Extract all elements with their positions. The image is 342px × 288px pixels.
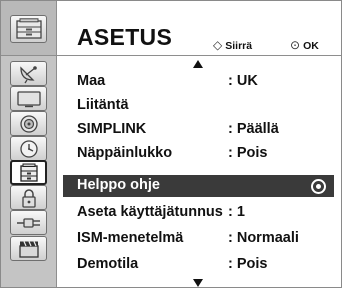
lock-icon[interactable]	[10, 185, 47, 210]
ok-hint: ⊙ OK	[290, 38, 319, 52]
move-hint-label: Siirrä	[225, 40, 253, 52]
ok-hint-label: OK	[303, 40, 319, 52]
menu-title: ASETUS	[77, 24, 173, 50]
clapperboard-icon[interactable]	[10, 236, 47, 261]
clock-icon[interactable]	[10, 136, 47, 161]
setting-label: ISM-menetelmä	[77, 230, 184, 246]
plug-icon[interactable]	[10, 210, 47, 235]
settings-cabinet-icon	[10, 15, 47, 43]
move-hint: ◇ Siirrä	[213, 38, 252, 52]
setting-row-demo-mode[interactable]: Demotila : Pois	[57, 253, 341, 277]
setting-value: : Pois	[228, 145, 268, 161]
setup-menu: ASETUS ◇ Siirrä ⊙ OK Maa : UK Liitäntä SIM…	[0, 0, 342, 288]
setting-label: Liitäntä	[77, 97, 129, 113]
setting-row-set-id[interactable]: Aseta käyttäjätunnus : 1	[57, 201, 341, 225]
menu-header-icon-box	[1, 1, 56, 56]
setting-row-ism-method[interactable]: ISM-menetelmä : Normaali	[57, 227, 341, 251]
tv-screen-icon[interactable]	[10, 86, 47, 111]
satellite-dish-icon[interactable]	[10, 61, 47, 86]
setting-value: : Pois	[228, 256, 268, 272]
setting-label: Maa	[77, 73, 106, 89]
setting-label: Demotila	[77, 256, 139, 272]
setting-row-connection[interactable]: Liitäntä	[57, 94, 341, 118]
setting-label: Näppäinlukko	[77, 145, 173, 161]
setting-label: Aseta käyttäjätunnus	[77, 204, 223, 220]
scroll-up-arrow-icon[interactable]	[193, 60, 203, 68]
setting-value: : UK	[228, 73, 258, 89]
ok-button-icon: ⊙	[290, 38, 301, 52]
setting-row-key-lock[interactable]: Näppäinlukko : Pois	[57, 142, 341, 166]
category-sidebar	[1, 1, 57, 287]
setting-label: Helppo ohje	[77, 177, 160, 193]
setting-row-simplink[interactable]: SIMPLINK : Päällä	[57, 118, 341, 142]
menu-header: ASETUS ◇ Siirrä ⊙ OK	[57, 1, 341, 56]
dpad-icon: ◇	[213, 38, 223, 52]
setting-row-country[interactable]: Maa : UK	[57, 70, 341, 94]
speaker-icon[interactable]	[10, 111, 47, 136]
settings-list: Maa : UK Liitäntä SIMPLINK : Päällä Näpp…	[57, 56, 341, 287]
setting-label: SIMPLINK	[77, 121, 147, 137]
radio-selected-icon[interactable]	[311, 179, 326, 194]
setting-value: : Päällä	[228, 121, 279, 137]
settings-cabinet-icon[interactable]	[10, 160, 47, 185]
setting-value: : 1	[228, 204, 245, 220]
scroll-down-arrow-icon[interactable]	[193, 279, 203, 287]
setting-value: : Normaali	[228, 230, 299, 246]
setting-row-easy-help[interactable]: Helppo ohje	[63, 175, 334, 197]
